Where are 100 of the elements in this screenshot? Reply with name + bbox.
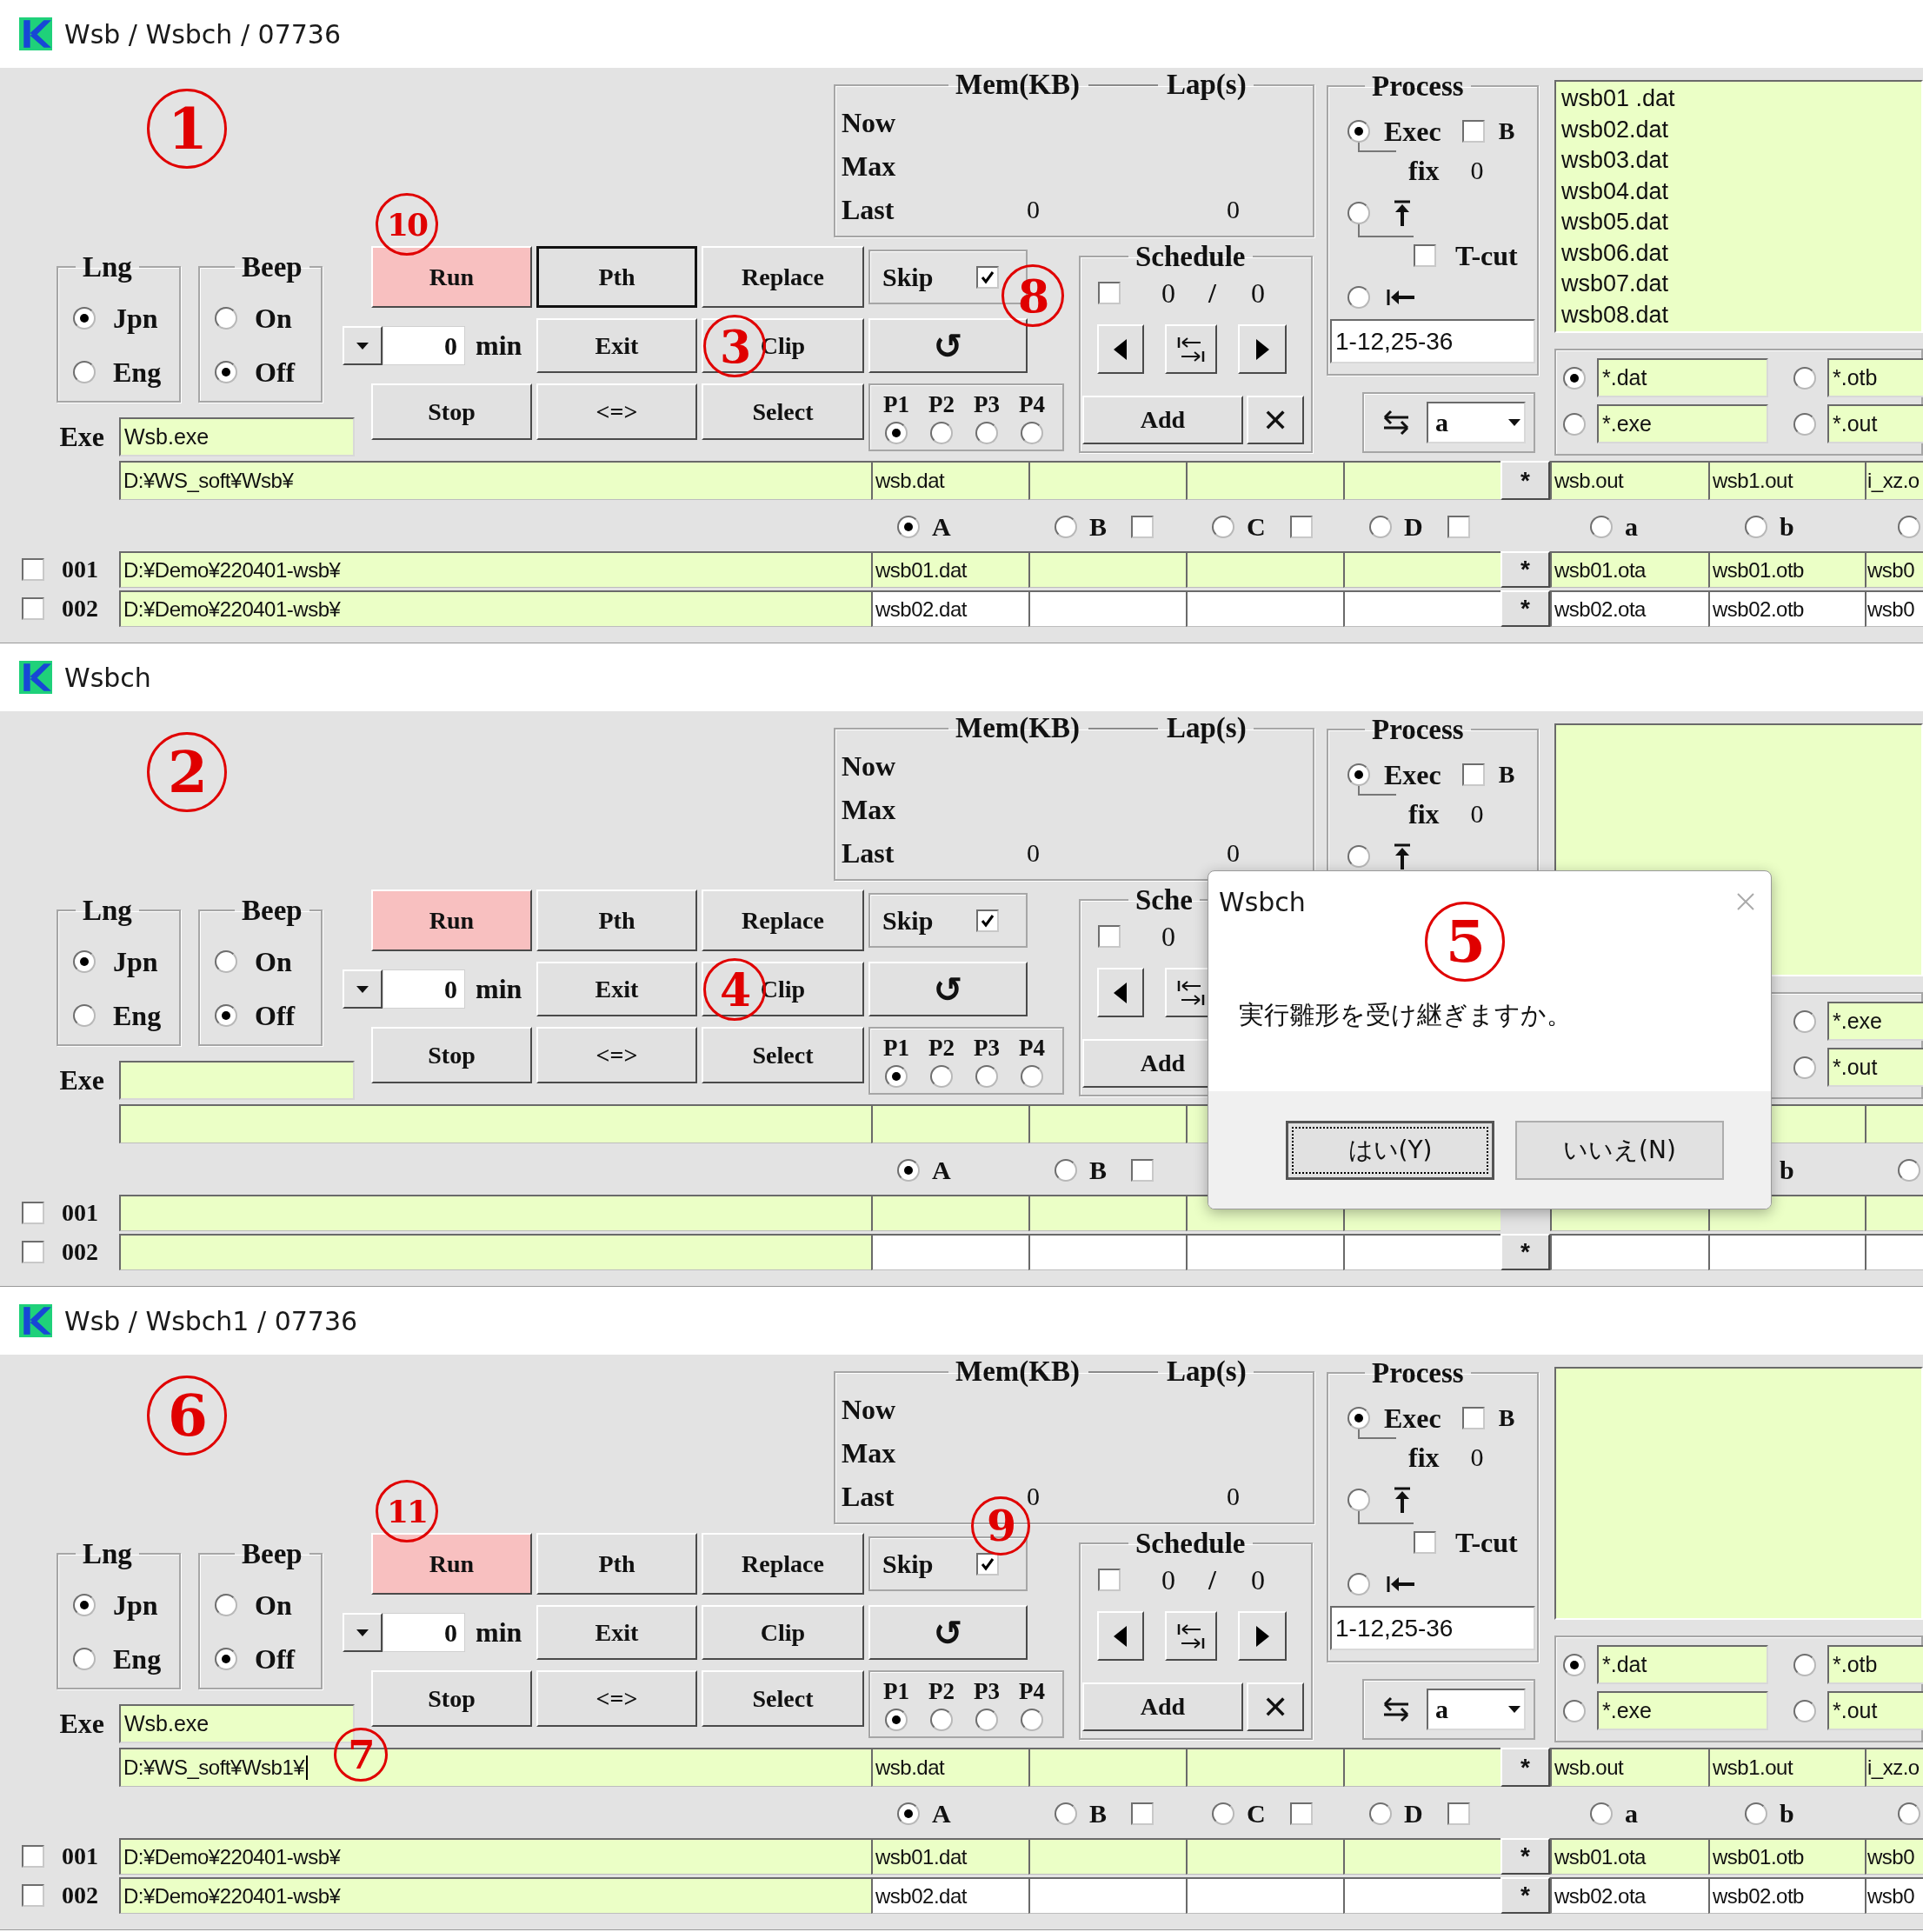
radio-button[interactable] <box>897 1802 920 1825</box>
jump-button[interactable] <box>1165 324 1217 374</box>
radio-button[interactable] <box>1563 412 1586 436</box>
radio-button[interactable] <box>1898 516 1920 538</box>
radio-button[interactable] <box>1793 366 1816 390</box>
radio-button[interactable] <box>1212 516 1234 538</box>
radio-button[interactable] <box>1021 1064 1043 1088</box>
filter-field[interactable]: *.exe <box>1827 1002 1923 1041</box>
file-list[interactable]: wsb01 .dat wsb02.dat wsb03.dat wsb04.dat wsb05.dat wsb06.dat wsb07.dat wsb08.dat <box>1554 80 1923 333</box>
push-button[interactable]: Replace <box>702 1533 864 1595</box>
file-list-item[interactable]: wsb04.dat <box>1561 176 1916 207</box>
range-field[interactable]: 1-12,25-36 <box>1330 319 1535 363</box>
push-button[interactable]: Run <box>371 889 532 951</box>
radio-button[interactable] <box>1793 1699 1816 1722</box>
file-list-item[interactable]: wsb01 .dat <box>1561 83 1916 115</box>
radio-button[interactable] <box>930 1708 953 1731</box>
push-button[interactable]: Stop <box>371 383 532 440</box>
next-button[interactable] <box>1238 1611 1287 1661</box>
radio-button[interactable] <box>1347 1489 1370 1511</box>
radio-button[interactable] <box>885 421 908 444</box>
previous-button[interactable] <box>1097 968 1144 1017</box>
radio-button[interactable] <box>1898 1159 1920 1182</box>
push-button[interactable]: Exit <box>536 318 697 373</box>
radio-button[interactable] <box>1590 516 1613 538</box>
radio-button[interactable] <box>1055 1802 1077 1825</box>
path-field[interactable] <box>119 1104 871 1143</box>
radio-button[interactable] <box>73 307 96 330</box>
radio-button[interactable] <box>1347 845 1370 868</box>
dropdown-button[interactable] <box>343 326 383 365</box>
checkbox[interactable] <box>1131 1802 1154 1825</box>
file-list-item[interactable]: wsb05.dat <box>1561 207 1916 238</box>
checkbox[interactable] <box>22 1884 44 1907</box>
push-button[interactable]: Pth <box>536 1533 697 1595</box>
checkbox[interactable] <box>1414 244 1436 267</box>
filter-field[interactable]: *.out <box>1827 1048 1923 1087</box>
jump-button[interactable] <box>1165 1611 1217 1661</box>
minutes-field[interactable]: 0 <box>383 969 465 1009</box>
push-button[interactable]: Exit <box>536 962 697 1016</box>
file-list-item[interactable]: wsb02.dat <box>1561 114 1916 145</box>
checkbox[interactable] <box>1447 516 1470 538</box>
radio-button[interactable] <box>1590 1802 1613 1825</box>
exe-field[interactable]: Wsb.exe <box>119 417 355 456</box>
radio-button[interactable] <box>1793 412 1816 436</box>
checkbox[interactable] <box>1461 120 1485 143</box>
radio-button[interactable] <box>1369 516 1392 538</box>
asterisk-button[interactable]: * <box>1500 1748 1550 1787</box>
previous-button[interactable] <box>1097 1611 1144 1661</box>
push-button[interactable]: Pth <box>536 246 697 308</box>
radio-button[interactable] <box>1793 1056 1816 1079</box>
file-list-item[interactable]: wsb03.dat <box>1561 145 1916 177</box>
radio-button[interactable] <box>215 307 237 330</box>
radio-button[interactable] <box>1055 1159 1077 1182</box>
checkbox[interactable] <box>1414 1531 1436 1554</box>
checkbox[interactable] <box>22 1202 44 1224</box>
remove-button[interactable]: ✕ <box>1247 1682 1304 1731</box>
checkbox[interactable] <box>976 1552 1000 1576</box>
push-button[interactable]: Select <box>702 1670 864 1727</box>
radio-button[interactable] <box>73 361 96 383</box>
filter-field[interactable]: *.exe <box>1597 1691 1768 1730</box>
radio-button[interactable] <box>975 1064 998 1088</box>
radio-button[interactable] <box>215 1594 237 1616</box>
add-button[interactable]: Add <box>1082 396 1243 444</box>
checkbox[interactable] <box>22 597 44 620</box>
checkbox[interactable] <box>22 1241 44 1263</box>
radio-button[interactable] <box>885 1708 908 1731</box>
dialog-button[interactable]: はい(Y) <box>1286 1120 1494 1180</box>
radio-button[interactable] <box>1745 516 1767 538</box>
radio-button[interactable] <box>1212 1802 1234 1825</box>
checkbox[interactable] <box>22 558 44 581</box>
radio-button[interactable] <box>1898 1802 1920 1825</box>
checkbox[interactable] <box>1289 516 1313 538</box>
path-field[interactable]: D:¥WS_soft¥Wsb¥ <box>119 461 871 500</box>
radio-button[interactable] <box>1021 421 1043 444</box>
swap-select[interactable]: a <box>1427 402 1526 443</box>
checkbox[interactable] <box>22 1845 44 1868</box>
radio-button[interactable] <box>215 1004 237 1027</box>
checkbox[interactable] <box>1447 1802 1470 1825</box>
radio-button[interactable] <box>1347 1573 1370 1596</box>
filter-field[interactable]: *.dat <box>1597 358 1768 397</box>
radio-button[interactable] <box>215 361 237 383</box>
radio-button[interactable] <box>897 516 920 538</box>
push-button[interactable]: Exit <box>536 1605 697 1660</box>
radio-button[interactable] <box>215 1648 237 1670</box>
push-button[interactable]: Replace <box>702 246 864 308</box>
minutes-field[interactable]: 0 <box>383 326 465 365</box>
push-button[interactable]: Select <box>702 1027 864 1083</box>
push-button[interactable]: <=> <box>536 1027 697 1083</box>
radio-button[interactable] <box>73 1004 96 1027</box>
filter-field[interactable]: *.out <box>1827 404 1923 443</box>
checkbox[interactable] <box>1098 282 1121 304</box>
checkbox[interactable] <box>1461 763 1485 786</box>
asterisk-button[interactable]: * <box>1500 461 1550 500</box>
dialog-button[interactable]: いいえ(N) <box>1515 1120 1724 1180</box>
file-list-item[interactable]: wsb06.dat <box>1561 237 1916 269</box>
radio-button[interactable] <box>897 1159 920 1182</box>
radio-button[interactable] <box>73 950 96 973</box>
radio-button[interactable] <box>1347 286 1370 309</box>
radio-button[interactable] <box>1563 1653 1586 1676</box>
asterisk-button[interactable]: * <box>1500 551 1550 588</box>
exe-field[interactable] <box>119 1061 355 1100</box>
